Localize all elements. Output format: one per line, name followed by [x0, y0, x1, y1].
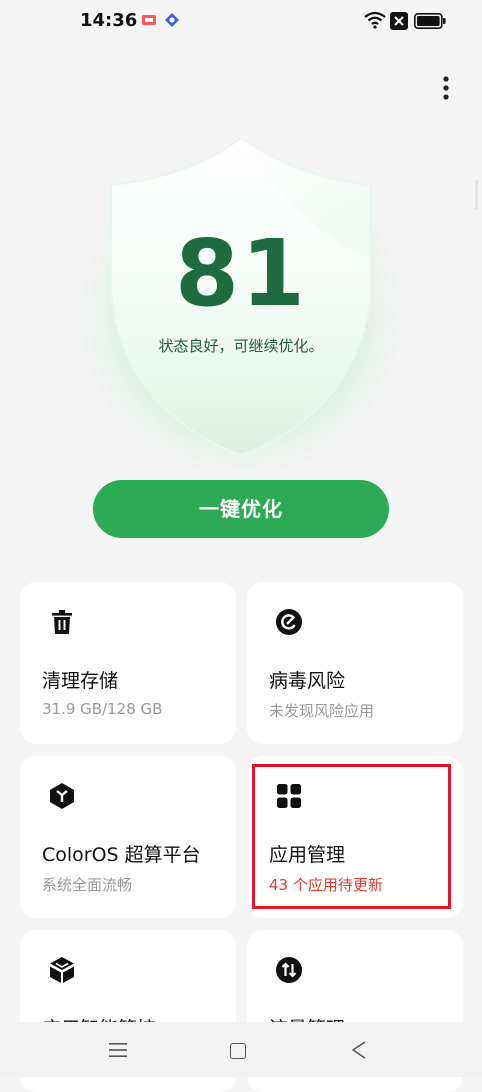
trash-icon	[52, 610, 72, 634]
card-virus-risk[interactable]: 病毒风险 未发现风险应用	[247, 582, 463, 744]
card-coloros-computing[interactable]: ColorOS 超算平台 系统全面流畅	[20, 756, 236, 918]
scroll-indicator	[475, 180, 478, 210]
health-score: 81	[174, 220, 308, 327]
more-vertical-icon[interactable]	[434, 74, 458, 102]
card-title: 清理存储	[42, 670, 119, 692]
card-subtitle: 未发现风险应用	[269, 702, 375, 720]
health-score-description: 状态良好，可继续优化。	[158, 337, 324, 355]
one-click-optimize-button[interactable]: 一键优化	[93, 480, 389, 538]
back-icon[interactable]	[350, 1040, 368, 1060]
data-traffic-icon	[276, 957, 302, 983]
card-subtitle: 31.9 GB/128 GB	[42, 700, 163, 718]
virus-shield-icon	[276, 609, 302, 635]
notification-shield-icon	[165, 13, 179, 27]
menu-icon[interactable]	[108, 1041, 128, 1059]
highlight-box	[252, 764, 451, 909]
notification-app-icon	[142, 15, 156, 25]
card-subtitle: 系统全面流畅	[42, 876, 133, 894]
app-guard-icon	[50, 957, 74, 983]
home-icon[interactable]	[230, 1043, 246, 1059]
card-clean-storage[interactable]: 清理存储 31.9 GB/128 GB	[20, 582, 236, 744]
coloros-cube-icon	[50, 783, 74, 809]
card-title: ColorOS 超算平台	[42, 844, 201, 866]
status-time: 14:36	[80, 10, 138, 31]
battery-icon	[414, 13, 446, 29]
status-bar: 14:36	[0, 0, 482, 44]
wifi-icon	[364, 11, 386, 29]
card-title: 病毒风险	[269, 670, 346, 692]
no-sim-icon	[390, 12, 408, 30]
